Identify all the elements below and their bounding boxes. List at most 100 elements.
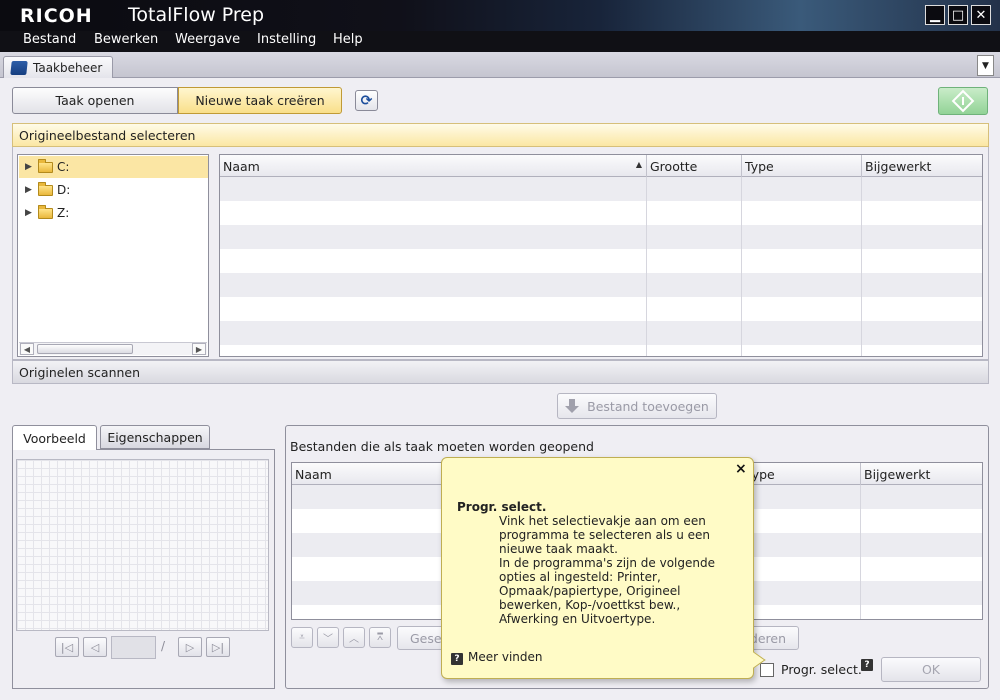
scroll-left-icon[interactable]: ◀ xyxy=(20,343,34,355)
refresh-icon: ⟳ xyxy=(360,92,373,109)
help-icon[interactable]: ? xyxy=(861,659,873,671)
tab-eigenschappen[interactable]: Eigenschappen xyxy=(100,425,210,449)
select-original-header[interactable]: Origineelbestand selecteren xyxy=(12,123,989,147)
start-icon xyxy=(951,89,975,113)
close-button[interactable]: ✕ xyxy=(971,5,991,25)
tooltip-close-icon[interactable]: × xyxy=(735,461,747,477)
column-bijgewerkt[interactable]: Bijgewerkt xyxy=(860,463,982,485)
tree-item-d[interactable]: ▶ D: xyxy=(19,179,208,201)
more-info-link[interactable]: Meer vinden xyxy=(468,650,543,664)
tree-item-z[interactable]: ▶ Z: xyxy=(19,202,208,224)
column-naam[interactable]: Naam ▲ xyxy=(220,155,647,177)
ok-button[interactable]: OK xyxy=(881,657,981,682)
last-page-button[interactable]: ▷| xyxy=(206,637,230,657)
first-page-button[interactable]: |◁ xyxy=(55,637,79,657)
close-icon: ✕ xyxy=(975,7,987,23)
tab-dropdown-button[interactable]: ▼ xyxy=(977,55,994,76)
tree-item-label: C: xyxy=(57,160,70,174)
tooltip-line: Vink het selectievakje aan om een xyxy=(499,514,706,528)
table-row[interactable] xyxy=(220,297,982,321)
open-files-label: Bestanden die als taak moeten worden geo… xyxy=(290,439,594,454)
move-up-icon: ︿ xyxy=(349,634,359,645)
menu-instelling[interactable]: Instelling xyxy=(257,32,316,47)
prev-page-icon: ◁ xyxy=(90,640,100,654)
tooltip-line: opties al ingesteld: Printer, xyxy=(499,570,661,584)
menu-weergave[interactable]: Weergave xyxy=(175,32,240,47)
menu-help[interactable]: Help xyxy=(333,32,363,47)
move-up-button[interactable]: ︿ xyxy=(343,627,365,648)
program-select-checkbox[interactable] xyxy=(760,663,774,677)
move-down-icon: ﹀ xyxy=(323,634,333,645)
help-icon: ? xyxy=(451,653,463,665)
scroll-thumb[interactable] xyxy=(37,344,133,354)
program-select-label[interactable]: Progr. select. xyxy=(781,662,862,677)
table-row[interactable] xyxy=(220,177,982,201)
minimize-button[interactable]: ▁ xyxy=(925,5,945,25)
app-title: TotalFlow Prep xyxy=(128,4,265,26)
column-label: Naam xyxy=(223,158,260,174)
menu-bar: Bestand Bewerken Weergave Instelling Hel… xyxy=(0,31,1000,52)
tooltip-line: nieuwe taak maakt. xyxy=(499,542,618,556)
column-divider xyxy=(646,177,647,356)
tooltip-line: Opmaak/papiertype, Origineel xyxy=(499,584,681,598)
move-bottom-button[interactable]: ⩡ xyxy=(291,627,313,648)
column-divider xyxy=(861,177,862,356)
first-page-icon: |◁ xyxy=(60,640,74,654)
refresh-button[interactable]: ⟳ xyxy=(355,90,378,111)
folder-icon xyxy=(10,61,28,75)
next-page-button[interactable]: ▷ xyxy=(178,637,202,657)
last-page-icon: ▷| xyxy=(211,640,225,654)
move-down-button[interactable]: ﹀ xyxy=(317,627,339,648)
tree-item-c[interactable]: ▶ C: xyxy=(19,156,208,178)
table-row[interactable] xyxy=(220,345,982,356)
expand-arrow-icon[interactable]: ▶ xyxy=(25,208,34,218)
ricoh-logo: RICOH xyxy=(20,5,93,27)
tooltip-body: Vink het selectievakje aan om een progra… xyxy=(499,514,744,626)
start-button[interactable] xyxy=(938,87,988,115)
page-number-input[interactable] xyxy=(111,636,156,659)
expand-arrow-icon[interactable]: ▶ xyxy=(25,185,34,195)
arrow-down-icon xyxy=(565,399,580,413)
column-grootte[interactable]: Grootte xyxy=(646,155,742,177)
tooltip-line: bewerken, Kop-/voettkst bew., xyxy=(499,598,681,612)
tab-voorbeeld[interactable]: Voorbeeld xyxy=(12,425,97,450)
column-bijgewerkt[interactable]: Bijgewerkt xyxy=(861,155,982,177)
table-row[interactable] xyxy=(220,273,982,297)
title-bar: RICOH TotalFlow Prep ▁ □ ✕ xyxy=(0,0,1000,31)
menu-bestand[interactable]: Bestand xyxy=(23,32,76,47)
column-type[interactable]: Type xyxy=(741,155,861,177)
tab-taakbeheer[interactable]: Taakbeheer xyxy=(3,56,113,79)
scan-originals-header[interactable]: Originelen scannen xyxy=(12,360,989,384)
move-bottom-icon: ⩡ xyxy=(299,632,305,643)
open-job-button[interactable]: Taak openen xyxy=(12,87,178,114)
add-file-button[interactable]: Bestand toevoegen xyxy=(557,393,717,419)
sort-ascending-icon: ▲ xyxy=(635,160,642,169)
maximize-button[interactable]: □ xyxy=(948,5,968,25)
horizontal-scrollbar[interactable]: ◀ ▶ xyxy=(19,342,207,355)
tab-strip: Taakbeheer ▼ xyxy=(0,52,1000,79)
add-file-label: Bestand toevoegen xyxy=(587,398,709,414)
move-top-button[interactable]: ⩞ xyxy=(369,627,391,648)
menu-bewerken[interactable]: Bewerken xyxy=(94,32,158,47)
maximize-icon: □ xyxy=(951,7,965,23)
tooltip-line: Afwerking en Uitvoertype. xyxy=(499,612,656,626)
file-table[interactable]: Naam ▲ Grootte Type Bijgewerkt xyxy=(219,154,983,357)
table-row[interactable] xyxy=(220,321,982,345)
prev-page-button[interactable]: ◁ xyxy=(83,637,107,657)
drive-tree[interactable]: ▶ C: ▶ D: ▶ Z: ◀ ▶ xyxy=(17,154,209,357)
page-separator: / xyxy=(161,639,166,653)
table-row[interactable] xyxy=(220,225,982,249)
tree-item-label: Z: xyxy=(57,206,70,220)
table-row[interactable] xyxy=(220,201,982,225)
tooltip-line: In de programma's zijn de volgende xyxy=(499,556,715,570)
scroll-right-icon[interactable]: ▶ xyxy=(192,343,206,355)
folder-icon xyxy=(38,204,53,219)
move-top-icon: ⩞ xyxy=(376,632,384,643)
expand-arrow-icon[interactable]: ▶ xyxy=(25,162,34,172)
column-type[interactable]: Type xyxy=(742,463,862,485)
new-job-button[interactable]: Nieuwe taak creëren xyxy=(178,87,342,114)
tab-label: Taakbeheer xyxy=(33,61,103,75)
table-row[interactable] xyxy=(220,249,982,273)
next-page-icon: ▷ xyxy=(185,640,195,654)
tooltip-line: programma te selecteren als u een xyxy=(499,528,711,542)
